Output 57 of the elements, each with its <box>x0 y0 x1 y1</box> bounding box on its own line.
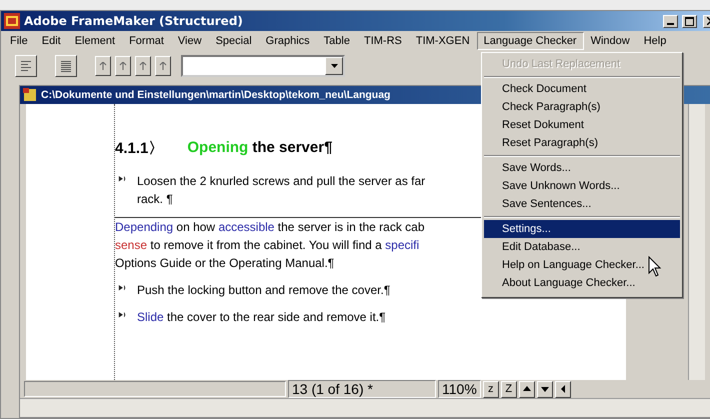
zoom-out-button[interactable]: z <box>482 380 499 398</box>
app-icon <box>4 13 20 29</box>
menu-item[interactable]: Language Checker <box>476 32 584 50</box>
menu-option[interactable]: About Language Checker... <box>484 274 680 292</box>
horizontal-scrollbar[interactable] <box>20 398 710 417</box>
document-icon <box>23 88 37 102</box>
paragraph-line: Depending on how accessible the server is in the rack cab <box>115 219 425 236</box>
tab-stop-icon[interactable] <box>95 56 111 76</box>
paragraph-line: Options Guide or the Operating Manual.¶ <box>115 255 336 272</box>
window-title: Adobe FrameMaker (Structured) <box>24 14 243 28</box>
menu-option[interactable]: Edit Database... <box>484 238 680 256</box>
menu-option[interactable]: Save Sentences... <box>484 195 680 213</box>
menu-option[interactable]: Settings... <box>484 220 680 238</box>
tab-stop-icon[interactable] <box>135 56 151 76</box>
tag-dropdown[interactable] <box>181 55 345 77</box>
paragraph-line: Loosen the 2 knurled screws and pull the server as far <box>137 173 426 190</box>
heading: 4.1.1〉 Opening the server¶ <box>115 139 334 158</box>
menu-item[interactable]: Table <box>316 32 357 50</box>
zoom-level: 110% <box>438 380 481 398</box>
maximize-button[interactable] <box>682 14 697 28</box>
menu-item[interactable]: Special <box>208 32 259 50</box>
paragraph-line: Push the locking button and remove the cover.¶ <box>137 282 390 299</box>
menu-item[interactable]: Format <box>122 32 171 50</box>
scroll-left-icon[interactable] <box>554 380 571 398</box>
tab-stop-icon[interactable] <box>115 56 131 76</box>
menu-option[interactable]: Check Paragraph(s) <box>484 98 680 116</box>
menu-item[interactable]: Edit <box>34 32 68 50</box>
menu-option[interactable]: Save Unknown Words... <box>484 177 680 195</box>
page-up-icon[interactable] <box>518 380 535 398</box>
menu-item[interactable]: Element <box>68 32 122 50</box>
paragraph-line: rack. ¶ <box>137 191 174 208</box>
paragraph-line: sense to remove it from the cabinet. You will find a specifi <box>115 237 420 254</box>
menu-option[interactable]: Check Document <box>484 80 680 98</box>
menu-item[interactable]: TIM-RS <box>356 32 409 50</box>
page-indicator: 13 (1 of 16) * <box>288 380 436 398</box>
menu-item[interactable]: Graphics <box>258 32 317 50</box>
menu-item[interactable]: View <box>170 32 209 50</box>
menu-item[interactable]: File <box>3 32 35 50</box>
minimize-button[interactable] <box>663 14 678 28</box>
vertical-scrollbar[interactable] <box>688 104 705 380</box>
document-title: C:\Dokumente und Einstellungen\martin\Desktop\tekom_neu\Languag <box>41 89 390 101</box>
paragraph-line: Slide the cover to the rear side and remove it.¶ <box>137 309 386 326</box>
maximize-icon <box>685 16 694 26</box>
tab-stop-icon[interactable] <box>155 56 171 76</box>
menu-option[interactable]: Reset Paragraph(s) <box>484 134 680 152</box>
menu-option[interactable]: Reset Dokument <box>484 116 680 134</box>
menu-item[interactable]: TIM-XGEN <box>408 32 477 50</box>
align-left-icon[interactable] <box>15 55 37 77</box>
menu-item[interactable]: Window <box>584 32 637 50</box>
menu-option[interactable]: Help on Language Checker... <box>484 256 680 274</box>
justify-icon[interactable] <box>55 55 77 77</box>
cursor-icon <box>648 256 662 278</box>
menu-option[interactable]: Save Words... <box>484 159 680 177</box>
menu-item[interactable]: Help <box>636 32 674 50</box>
caret-icon <box>330 64 338 68</box>
zoom-in-button[interactable]: Z <box>500 380 517 398</box>
page-down-icon[interactable] <box>536 380 553 398</box>
